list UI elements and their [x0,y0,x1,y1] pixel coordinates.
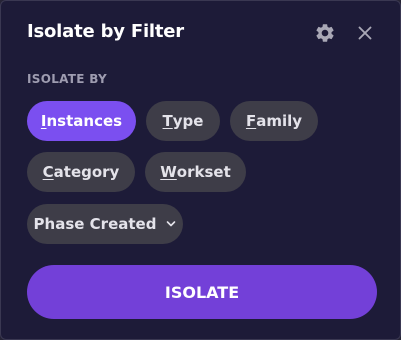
chip-category-label: ategory [53,163,120,181]
chip-workset[interactable]: Workset [145,152,246,192]
chip-instances-label: nstances [46,112,123,130]
chevron-down-icon [167,221,176,227]
chip-workset-label: orkset [176,163,231,181]
chip-family-label: amily [256,112,303,130]
phase-created-dropdown[interactable]: Phase Created [27,204,183,244]
chip-instances[interactable]: Instances [27,101,136,141]
chip-category[interactable]: Category [27,152,135,192]
isolate-by-filter-panel: Isolate by Filter ISOLATE BY Instances T… [0,0,401,340]
phase-created-dropdown-label: Phase Created [33,215,157,233]
panel-title: Isolate by Filter [27,21,184,42]
chip-family[interactable]: Family [230,101,318,141]
isolate-by-label: ISOLATE BY [27,72,108,86]
chip-category-mnemonic: C [42,163,54,181]
chip-family-mnemonic: F [245,112,257,130]
chip-workset-mnemonic: W [160,163,177,181]
chip-type[interactable]: Type [146,101,220,141]
chip-type-label: ype [172,112,204,130]
close-icon[interactable] [355,23,375,43]
chip-type-mnemonic: T [162,112,173,130]
gear-icon[interactable] [314,22,336,44]
isolate-button[interactable]: ISOLATE [27,265,377,319]
